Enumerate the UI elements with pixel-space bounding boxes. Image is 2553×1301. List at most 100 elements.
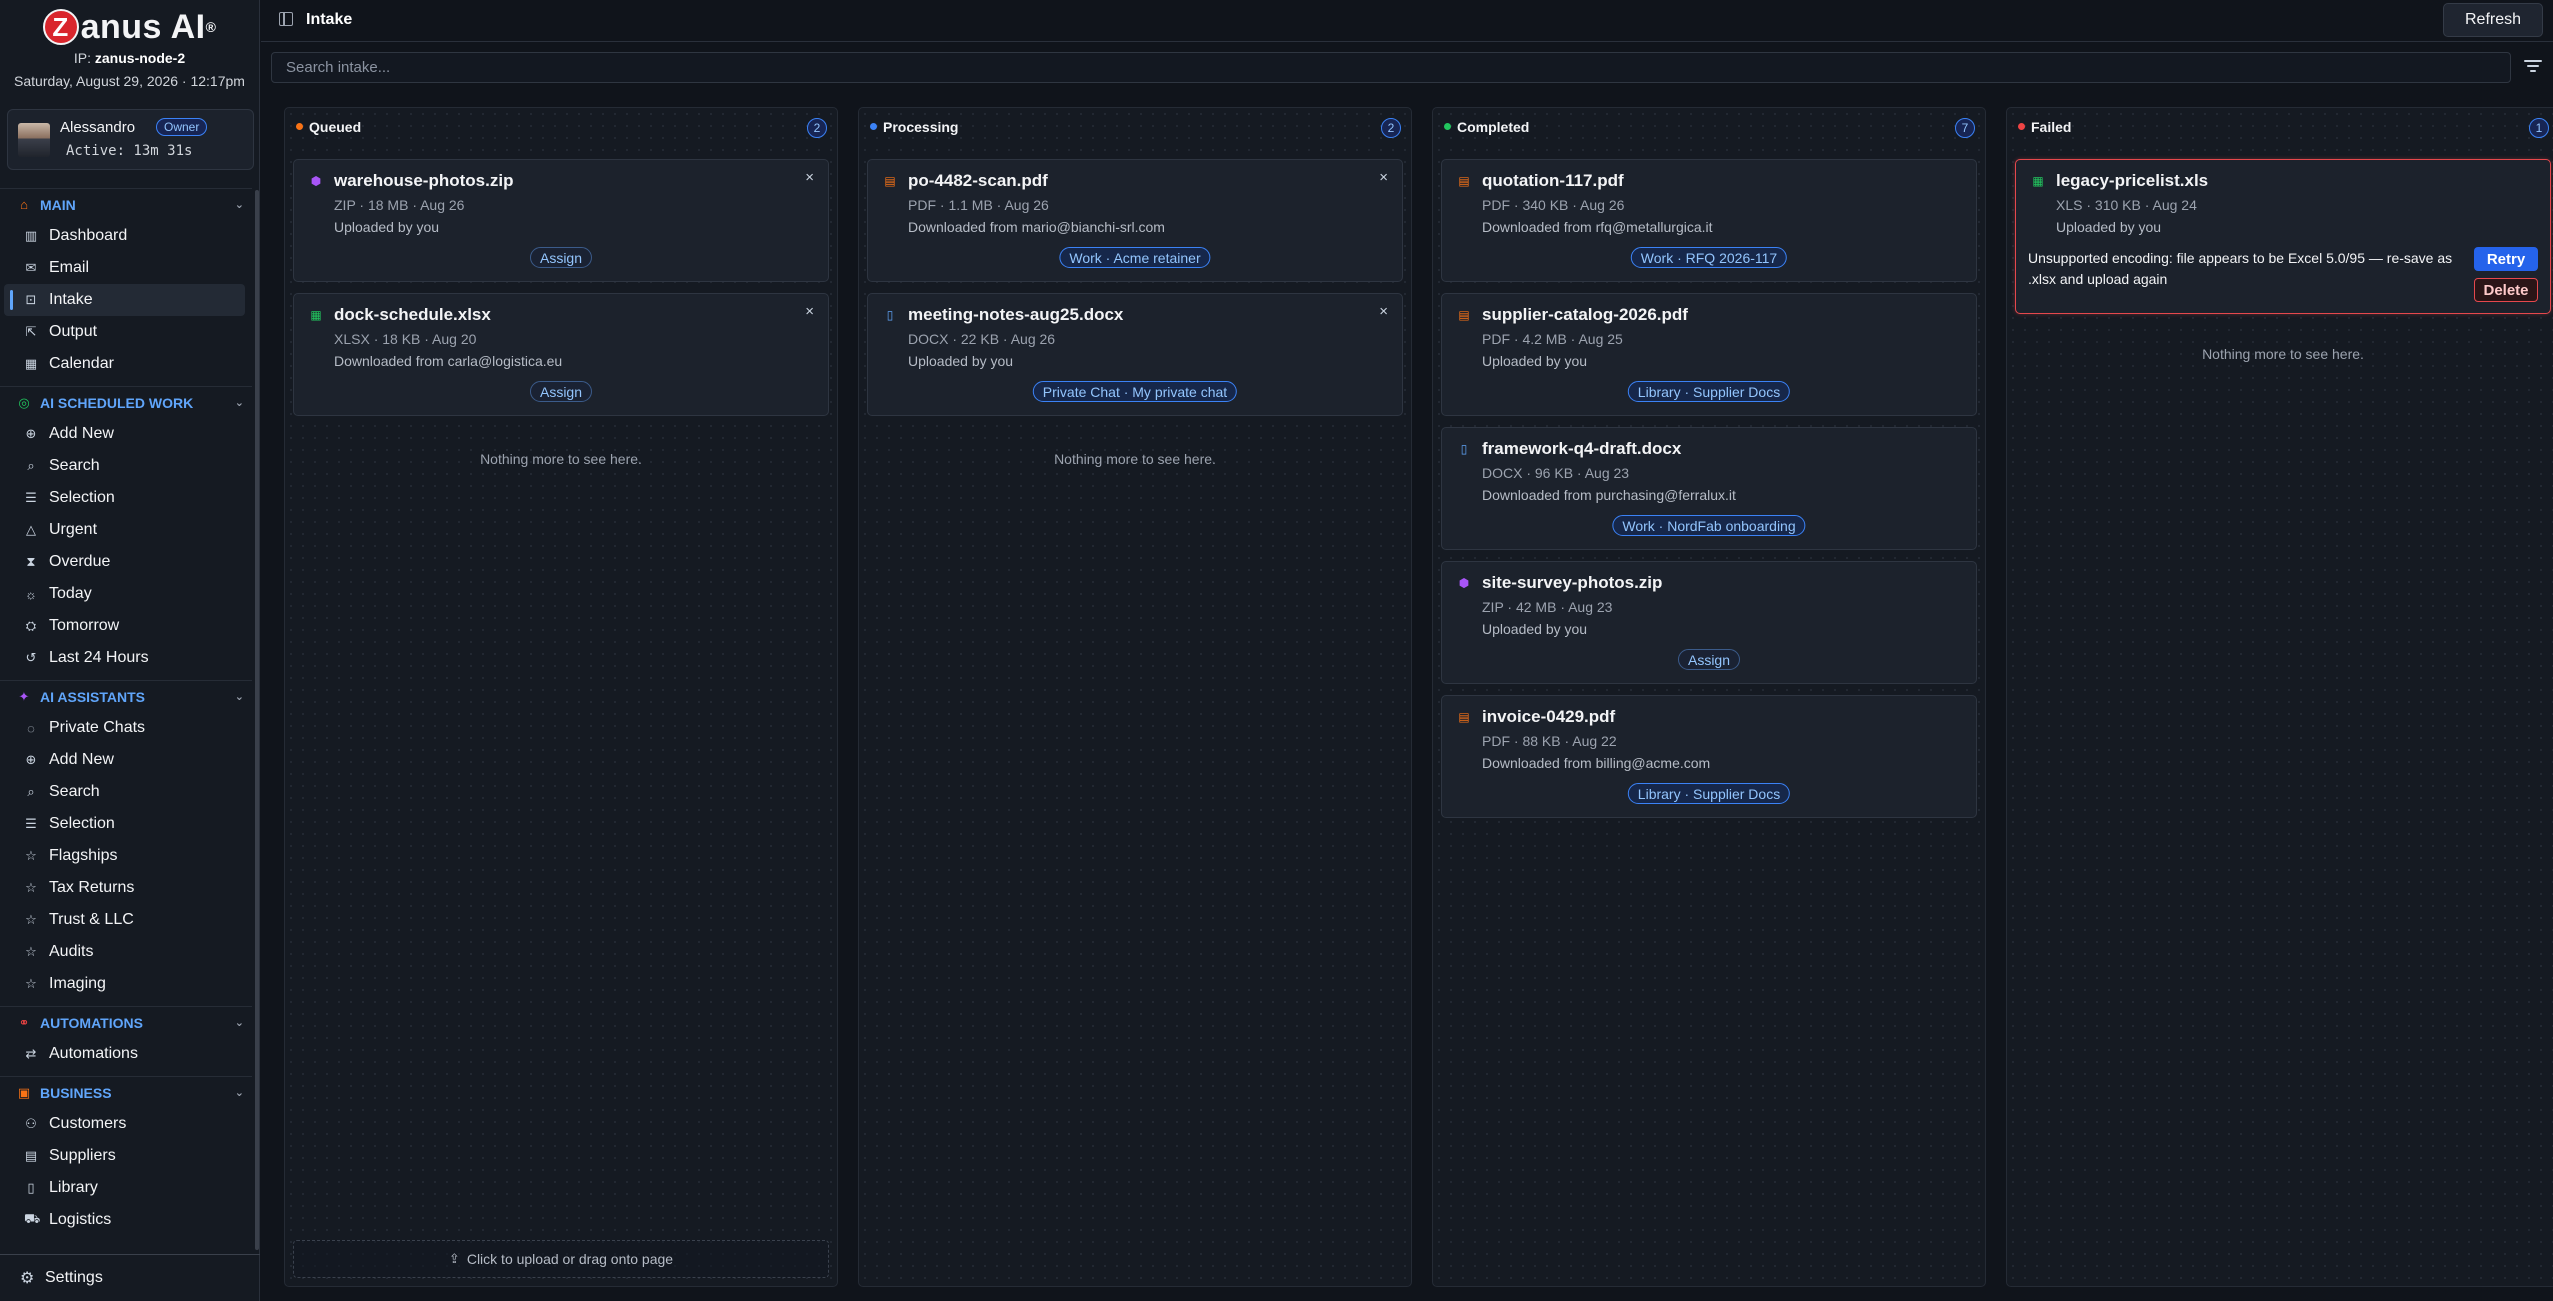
column-header: Completed 7 — [1433, 108, 1985, 148]
sidebar-section-ai-scheduled-work[interactable]: ◎ AI SCHEDULED WORK ⌄ — [0, 386, 252, 418]
user-card[interactable]: Alessandro Owner Active: 13m 31s — [7, 109, 254, 170]
destination-tag[interactable]: Work · NordFab onboarding — [1612, 515, 1806, 536]
file-meta: ZIP · 18 MB · Aug 26 — [334, 197, 465, 213]
settings-label: Settings — [45, 1269, 103, 1286]
file-card[interactable]: ⬢ warehouse-photos.zip ZIP · 18 MB · Aug 2… — [293, 159, 829, 282]
sunrise-icon: ⛭ — [25, 618, 37, 633]
sidebar-item-dashboard[interactable]: ▥ Dashboard — [4, 220, 245, 252]
truck-icon: ⛟ — [24, 1211, 41, 1226]
file-card[interactable]: ▤ invoice-0429.pdf PDF · 88 KB · Aug 22 Dow… — [1441, 695, 1977, 818]
file-card[interactable]: ▤ po-4482-scan.pdf PDF · 1.1 MB · Aug 26 Do… — [867, 159, 1403, 282]
column-header: Queued 2 — [285, 108, 837, 148]
close-icon[interactable]: × — [1379, 303, 1388, 320]
destination-tag[interactable]: Private Chat · My private chat — [1032, 381, 1238, 402]
file-name: warehouse-photos.zip — [334, 171, 514, 190]
sidebar-item-last-24-hours[interactable]: ↺ Last 24 Hours — [4, 642, 245, 674]
upload-icon: ⇪ — [448, 1251, 460, 1266]
chevron-down-icon[interactable]: ⌄ — [235, 198, 244, 211]
sidebar-item-selection[interactable]: ☰ Selection — [4, 808, 245, 840]
destination-tag[interactable]: Library · Supplier Docs — [1627, 381, 1791, 402]
assign-button[interactable]: Assign — [529, 381, 593, 402]
file-card[interactable]: ▤ supplier-catalog-2026.pdf PDF · 4.2 MB ·… — [1441, 293, 1977, 416]
sidebar-item-automations[interactable]: ⇄ Automations — [4, 1038, 245, 1070]
sidebar-item-tomorrow[interactable]: ⛭ Tomorrow — [4, 610, 245, 642]
sidebar-item-calendar[interactable]: ▦ Calendar — [4, 348, 245, 380]
sidebar-item-audits[interactable]: ☆ Audits — [4, 936, 245, 968]
sidebar-item-library[interactable]: ▯ Library — [4, 1172, 245, 1204]
gear-icon: ⚙ — [20, 1270, 35, 1287]
upload-dropzone[interactable]: ⇪ Click to upload or drag onto page — [293, 1240, 829, 1278]
sidebar-nav: ⌂ MAIN ⌄ ▥ Dashboard ✉ Email ⊡ Intake ⇱ Output ▦ Cal… — [0, 188, 252, 1236]
sidebar-item-search[interactable]: ⌕ Search — [4, 776, 245, 808]
sidebar-item-label: Urgent — [49, 521, 98, 538]
sidebar-scrollbar[interactable] — [255, 190, 259, 1250]
file-meta: PDF · 4.2 MB · Aug 25 — [1482, 331, 1623, 347]
sidebar-item-search[interactable]: ⌕ Search — [4, 450, 245, 482]
assign-button[interactable]: Assign — [529, 247, 593, 268]
chevron-down-icon[interactable]: ⌄ — [235, 1016, 244, 1029]
spreadsheet-icon: ▦ — [310, 308, 322, 322]
retry-button[interactable]: Retry — [2474, 247, 2538, 271]
file-card[interactable]: ▯ framework-q4-draft.docx DOCX · 96 KB · A… — [1441, 427, 1977, 550]
app-logo[interactable]: Z anus AI ® — [0, 0, 259, 48]
destination-tag[interactable]: Library · Supplier Docs — [1627, 783, 1791, 804]
close-icon[interactable]: × — [805, 303, 814, 320]
sidebar-item-customers[interactable]: ⚇ Customers — [4, 1108, 245, 1140]
refresh-button[interactable]: Refresh — [2443, 3, 2543, 37]
sidebar-item-email[interactable]: ✉ Email — [4, 252, 245, 284]
empty-state-text: Nothing more to see here. — [1054, 451, 1216, 467]
sidebar-item-selection[interactable]: ☰ Selection — [4, 482, 245, 514]
file-card[interactable]: ▯ meeting-notes-aug25.docx DOCX · 22 KB · … — [867, 293, 1403, 416]
book-icon: ▯ — [27, 1180, 35, 1195]
brand-name: anus AI — [80, 7, 206, 46]
file-meta: XLSX · 18 KB · Aug 20 — [334, 331, 477, 347]
sidebar-item-private-chats[interactable]: ◌ Private Chats — [4, 712, 245, 744]
sidebar-section-ai-assistants[interactable]: ✦ AI ASSISTANTS ⌄ — [0, 680, 252, 712]
sidebar-item-trust-llc[interactable]: ☆ Trust & LLC — [4, 904, 245, 936]
destination-tag[interactable]: Work · RFQ 2026-117 — [1630, 247, 1788, 268]
close-icon[interactable]: × — [1379, 169, 1388, 186]
destination-tag[interactable]: Work · Acme retainer — [1059, 247, 1211, 268]
sidebar-toggle-icon[interactable] — [279, 12, 293, 26]
close-icon[interactable]: × — [805, 169, 814, 186]
sidebar-item-imaging[interactable]: ☆ Imaging — [4, 968, 245, 1000]
sidebar-section-main[interactable]: ⌂ MAIN ⌄ — [0, 188, 252, 220]
sidebar-item-add-new[interactable]: ⊕ Add New — [4, 418, 245, 450]
section-title: AUTOMATIONS — [40, 1014, 143, 1031]
file-card[interactable]: ⬢ site-survey-photos.zip ZIP · 42 MB · Aug… — [1441, 561, 1977, 684]
search-input[interactable]: Search intake... — [271, 52, 2511, 83]
sidebar-item-intake[interactable]: ⊡ Intake — [4, 284, 245, 316]
column-title: Failed — [2031, 119, 2072, 135]
file-card[interactable]: ▦ legacy-pricelist.xls XLS · 310 KB · Aug … — [2015, 159, 2551, 314]
chevron-down-icon[interactable]: ⌄ — [235, 396, 244, 409]
sidebar-item-add-new[interactable]: ⊕ Add New — [4, 744, 245, 776]
file-card[interactable]: ▤ quotation-117.pdf PDF · 340 KB · Aug 26 D… — [1441, 159, 1977, 282]
sidebar-item-output[interactable]: ⇱ Output — [4, 316, 245, 348]
bar-chart-icon: ▥ — [24, 228, 38, 243]
sidebar-item-label: Selection — [49, 489, 115, 506]
sidebar-item-label: Add New — [49, 425, 114, 442]
sidebar-item-overdue[interactable]: ⧗ Overdue — [4, 546, 245, 578]
avatar — [18, 123, 50, 157]
star-icon: ☆ — [25, 880, 37, 895]
chevron-down-icon[interactable]: ⌄ — [235, 690, 244, 703]
sidebar-section-automations[interactable]: ⚭ AUTOMATIONS ⌄ — [0, 1006, 252, 1038]
sidebar-item-suppliers[interactable]: ▤ Suppliers — [4, 1140, 245, 1172]
sidebar-item-tax-returns[interactable]: ☆ Tax Returns — [4, 872, 245, 904]
sidebar-section-business[interactable]: ▣ BUSINESS ⌄ — [0, 1076, 252, 1108]
sidebar-item-urgent[interactable]: △ Urgent — [4, 514, 245, 546]
count-badge: 7 — [1955, 118, 1975, 138]
delete-button[interactable]: Delete — [2474, 278, 2538, 302]
sidebar-item-flagships[interactable]: ☆ Flagships — [4, 840, 245, 872]
sidebar-item-today[interactable]: ☼ Today — [4, 578, 245, 610]
pdf-file-icon: ▤ — [1458, 174, 1470, 188]
filter-icon[interactable] — [2524, 60, 2542, 74]
sidebar-item-settings[interactable]: ⚙ Settings — [0, 1254, 260, 1301]
file-card[interactable]: ▦ dock-schedule.xlsx XLSX · 18 KB · Aug 20… — [293, 293, 829, 416]
assign-button[interactable]: Assign — [1677, 649, 1741, 670]
sidebar-item-logistics[interactable]: ⛟ Logistics — [4, 1204, 245, 1236]
section-title: AI ASSISTANTS — [40, 688, 146, 705]
column-title: Completed — [1457, 119, 1530, 135]
chevron-down-icon[interactable]: ⌄ — [235, 1086, 244, 1099]
search-icon: ⌕ — [27, 784, 35, 799]
